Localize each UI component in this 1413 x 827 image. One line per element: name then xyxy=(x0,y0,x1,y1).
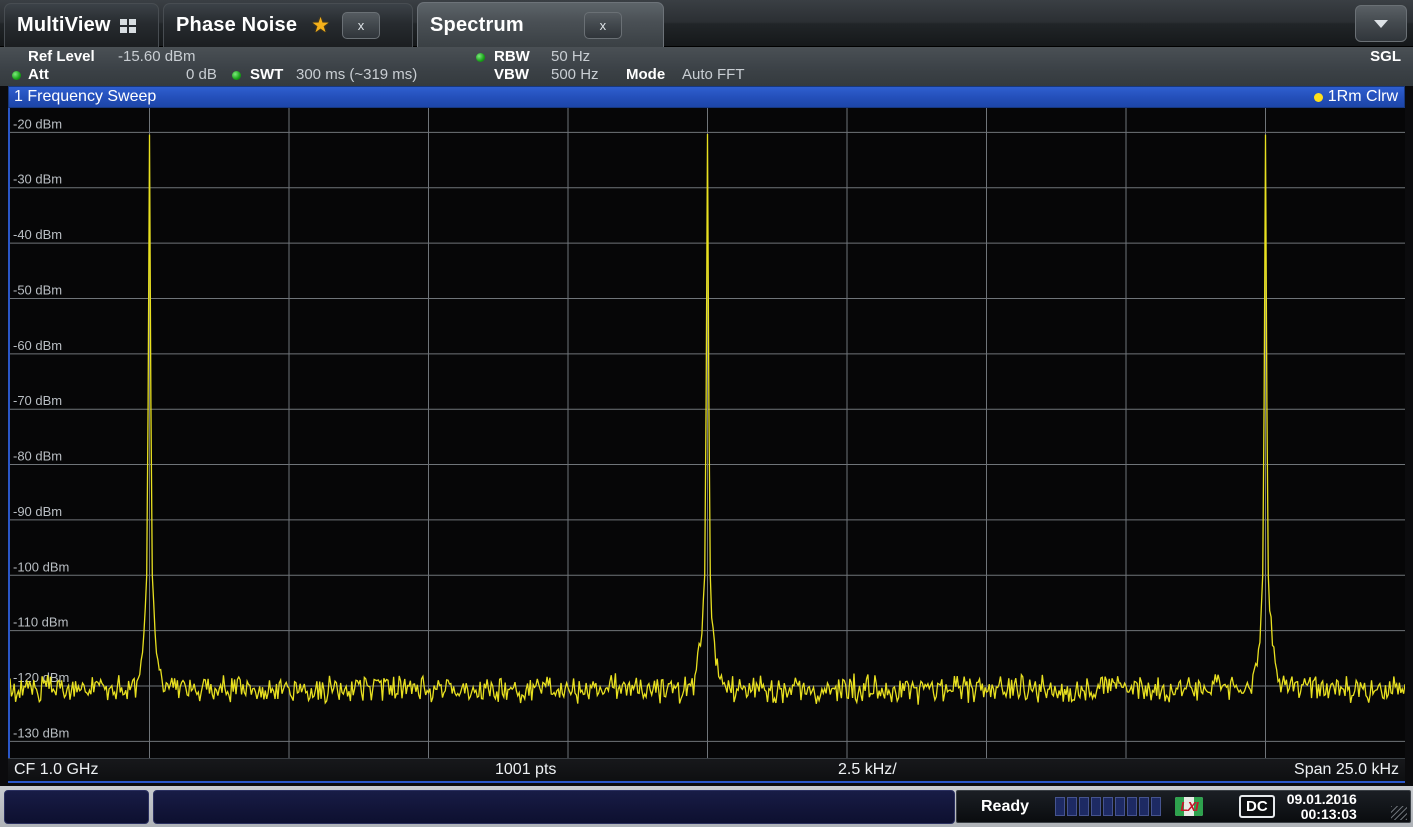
sweep-progress-bar xyxy=(1055,797,1162,816)
measurement-settings-header: Ref Level -15.60 dBm RBW 50 Hz SGL Att 0… xyxy=(0,47,1413,86)
swt-label: SWT xyxy=(250,66,284,83)
mode-label: Mode xyxy=(626,66,666,83)
vbw-value[interactable]: 500 Hz xyxy=(551,66,599,83)
vbw-label: VBW xyxy=(494,66,529,83)
instrument-status-strip: Ready LXI DC 09.01.2016 00:13:03 xyxy=(956,790,1411,823)
svg-text:-110 dBm: -110 dBm xyxy=(13,615,68,630)
ref-level-label: Ref Level xyxy=(28,48,95,65)
mode-value[interactable]: Auto FFT xyxy=(682,66,745,83)
sweep-mode-indicator: SGL xyxy=(1370,48,1401,65)
swt-value[interactable]: 300 ms (~319 ms) xyxy=(296,66,417,83)
tab-phase-noise-label: Phase Noise xyxy=(176,14,298,36)
tab-spectrum-label: Spectrum xyxy=(430,13,524,36)
frequency-axis-bar: CF 1.0 GHz 1001 pts 2.5 kHz/ Span 25.0 k… xyxy=(8,758,1405,783)
rbw-label: RBW xyxy=(494,48,530,65)
span-label[interactable]: Span 25.0 kHz xyxy=(1294,761,1399,779)
tab-phase-noise-close-button[interactable]: x xyxy=(341,12,380,39)
spectrum-plot[interactable]: -20 dBm -30 dBm -40 dBm -50 dBm -60 dBm -70 d… xyxy=(8,108,1405,758)
att-value[interactable]: 0 dB xyxy=(186,66,217,83)
resize-grip-icon[interactable] xyxy=(1391,806,1407,820)
sweep-points-label[interactable]: 1001 pts xyxy=(495,761,556,779)
svg-text:-70 dBm: -70 dBm xyxy=(13,393,62,408)
rbw-led-icon xyxy=(476,48,485,65)
lxi-label: LXI xyxy=(1180,799,1198,814)
trace-color-dot-icon xyxy=(1313,92,1323,102)
spectrum-trace-svg: -20 dBm -30 dBm -40 dBm -50 dBm -60 dBm -70 d… xyxy=(10,108,1405,758)
att-label: Att xyxy=(28,66,49,83)
svg-text:-90 dBm: -90 dBm xyxy=(13,504,62,519)
diagram-title-label: 1 Frequency Sweep xyxy=(14,88,157,105)
spectrum-analyzer-window: MultiView Phase Noise ★ x Spectrum x Ref… xyxy=(0,0,1413,827)
softkey-panel-main[interactable] xyxy=(153,790,955,824)
tab-multiview[interactable]: MultiView xyxy=(4,3,159,47)
tab-overflow-button[interactable] xyxy=(1355,5,1407,42)
diagram-title-bar[interactable]: 1 Frequency Sweep 1Rm Clrw xyxy=(8,86,1405,108)
multiview-grid-icon xyxy=(119,18,136,33)
softkey-panel-left[interactable] xyxy=(4,790,149,824)
svg-text:-80 dBm: -80 dBm xyxy=(13,449,62,464)
tab-multiview-label: MultiView xyxy=(17,14,111,36)
tab-phase-noise[interactable]: Phase Noise ★ x xyxy=(163,3,413,47)
svg-text:-50 dBm: -50 dBm xyxy=(13,282,62,297)
trace-legend-label: 1Rm Clrw xyxy=(1327,88,1398,105)
trace-legend[interactable]: 1Rm Clrw xyxy=(1313,88,1398,106)
lxi-icon[interactable]: LXI xyxy=(1175,797,1204,816)
star-icon: ★ xyxy=(311,14,330,37)
bottom-status-bar: Ready LXI DC 09.01.2016 00:13:03 xyxy=(0,786,1413,827)
svg-text:-40 dBm: -40 dBm xyxy=(13,227,62,242)
att-led-icon xyxy=(12,66,21,83)
settings-row-2: Att 0 dB SWT 300 ms (~319 ms) VBW 500 Hz… xyxy=(0,66,1413,85)
svg-text:-60 dBm: -60 dBm xyxy=(13,338,62,353)
tab-bar: MultiView Phase Noise ★ x Spectrum x xyxy=(0,0,1413,47)
status-ready-label: Ready xyxy=(981,797,1030,815)
time-label: 00:13:03 xyxy=(1300,805,1357,822)
datetime-display: 09.01.2016 00:13:03 xyxy=(1286,790,1357,822)
svg-text:-100 dBm: -100 dBm xyxy=(13,559,69,574)
settings-row-1: Ref Level -15.60 dBm RBW 50 Hz SGL xyxy=(0,48,1413,67)
span-per-division-label[interactable]: 2.5 kHz/ xyxy=(838,761,897,779)
svg-text:-130 dBm: -130 dBm xyxy=(13,725,69,740)
swt-led-icon xyxy=(232,66,241,83)
tab-spectrum-close-button[interactable]: x xyxy=(583,11,622,39)
date-label: 09.01.2016 xyxy=(1286,790,1357,807)
svg-text:-20 dBm: -20 dBm xyxy=(13,116,62,131)
coupling-badge: DC xyxy=(1239,795,1275,818)
tab-spectrum[interactable]: Spectrum x xyxy=(417,2,664,47)
svg-text:-30 dBm: -30 dBm xyxy=(13,172,62,187)
chevron-down-icon xyxy=(1374,19,1388,28)
ref-level-value[interactable]: -15.60 dBm xyxy=(118,48,196,65)
rbw-value[interactable]: 50 Hz xyxy=(551,48,590,65)
center-frequency-label[interactable]: CF 1.0 GHz xyxy=(14,761,98,779)
